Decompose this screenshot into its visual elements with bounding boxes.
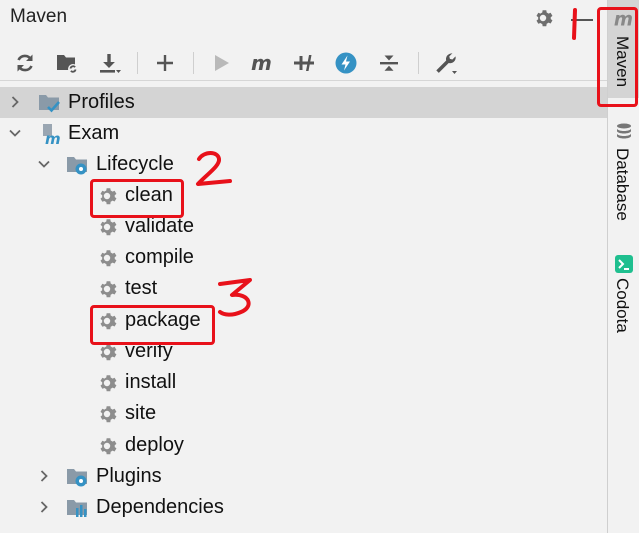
collapse-icon [380, 55, 398, 71]
tree-node-dependencies[interactable]: Dependencies [0, 492, 607, 523]
tree-node-project[interactable]: m Exam [0, 118, 607, 149]
wrench-icon [436, 53, 457, 74]
profiles-folder-icon [39, 95, 60, 113]
svg-text:3: 3 [254, 319, 255, 321]
phase-label: validate [125, 215, 194, 237]
tree-label: Plugins [96, 465, 162, 487]
folder-refresh-icon [57, 55, 78, 74]
toolbar-separator [418, 52, 419, 74]
chevron-right-icon[interactable] [8, 95, 22, 109]
chevron-down-icon[interactable] [37, 157, 51, 171]
add-project-button[interactable] [152, 50, 178, 76]
tree-label: Lifecycle [96, 153, 174, 175]
phase-label: test [125, 277, 158, 299]
maven-toolbar: m [0, 44, 607, 81]
plugins-folder-icon [67, 469, 87, 487]
phase-gear-icon [100, 438, 117, 455]
svg-text:1: 1 [590, 33, 591, 35]
tool-window-header: Maven [0, 0, 607, 38]
lifecycle-folder-icon [67, 157, 87, 175]
phase-gear-icon [100, 281, 117, 298]
annotation-number-2: 2 [196, 151, 233, 189]
run-button[interactable] [208, 50, 234, 76]
svg-text:2: 2 [232, 187, 233, 189]
annotation-box-maven-tab [597, 7, 638, 107]
collapse-all-button[interactable] [376, 50, 402, 76]
phase-label: install [125, 371, 177, 393]
toggle-offline-button[interactable] [291, 50, 317, 76]
database-icon [617, 123, 631, 139]
phase-gear-icon [100, 406, 117, 423]
phase-label: deploy [125, 434, 184, 456]
panel-title: Maven [10, 6, 68, 27]
toolbar-separator [193, 52, 194, 74]
lifecycle-phase-site[interactable]: site [0, 398, 607, 429]
chevron-right-icon[interactable] [37, 469, 51, 483]
lifecycle-phase-compile[interactable]: compile [0, 242, 607, 273]
dependencies-folder-icon [67, 500, 87, 517]
annotation-number-1: 1 [572, 8, 591, 40]
plus-icon [157, 55, 173, 71]
tree-node-profiles[interactable]: Profiles [0, 87, 607, 118]
execute-goal-button[interactable]: m [249, 50, 275, 76]
chevron-right-icon[interactable] [37, 500, 51, 514]
svg-text:m: m [251, 51, 272, 75]
download-icon [100, 54, 121, 73]
annotation-box-package [90, 305, 215, 345]
annotation-box-clean [90, 179, 184, 218]
tree-label: Dependencies [96, 496, 224, 518]
phase-gear-icon [100, 250, 117, 267]
phase-gear-icon [100, 219, 117, 236]
run-icon [215, 55, 229, 71]
chevron-down-icon[interactable] [8, 126, 22, 140]
skip-tests-button[interactable] [333, 50, 359, 76]
settings-gear-icon[interactable] [532, 7, 554, 29]
reload-button[interactable] [12, 50, 38, 76]
codota-icon [615, 255, 633, 273]
lifecycle-phase-install[interactable]: install [0, 367, 607, 398]
maven-m-icon: m [251, 51, 272, 75]
tree-label: Exam [68, 122, 120, 144]
lifecycle-phase-test[interactable]: test [0, 273, 607, 304]
lightning-icon [335, 52, 357, 74]
svg-text:m: m [45, 130, 61, 145]
tree-node-lifecycle[interactable]: Lifecycle [0, 149, 607, 180]
maven-tool-window: Maven m Profiles m Exam Lifecycle clean … [0, 0, 607, 533]
download-sources-button[interactable] [96, 50, 122, 76]
phase-label: compile [125, 246, 194, 268]
phase-gear-icon [100, 375, 117, 392]
offline-icon [294, 55, 314, 71]
maven-project-icon: m [43, 124, 61, 145]
maven-settings-button[interactable] [432, 50, 458, 76]
sidebar-tab-label: Codota [613, 278, 632, 333]
annotation-number-3: 3 [218, 278, 255, 321]
generate-sources-button[interactable] [54, 50, 80, 76]
toolbar-separator [137, 52, 138, 74]
sidebar-tab-codota[interactable]: Codota [608, 250, 639, 350]
sidebar-tab-label: Database [613, 148, 632, 221]
tree-label: Profiles [68, 91, 135, 113]
reload-icon [17, 54, 33, 72]
sidebar-tab-database[interactable]: Database [608, 118, 639, 228]
tree-node-plugins[interactable]: Plugins [0, 461, 607, 492]
lifecycle-phase-deploy[interactable]: deploy [0, 430, 607, 461]
phase-label: site [125, 402, 157, 424]
